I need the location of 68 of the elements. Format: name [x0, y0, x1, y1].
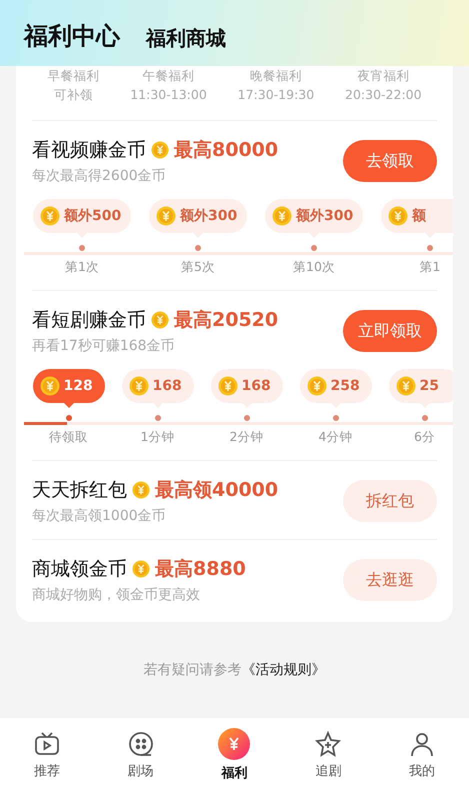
yen-coin-icon: [218, 728, 250, 760]
meal-name: 午餐福利: [142, 68, 195, 85]
meal-name: 夜宵福利: [357, 68, 410, 85]
task-button[interactable]: 拆红包: [343, 480, 437, 522]
task-title: 看短剧赚金币: [32, 308, 146, 333]
header-tab[interactable]: 福利中心: [24, 20, 120, 52]
step-label: 待领取: [49, 429, 88, 446]
task-reward: 最高20520: [174, 308, 278, 333]
meal-name: 早餐福利: [47, 68, 100, 85]
task-reward: 最高8880: [155, 557, 246, 582]
step-label: 第5次: [181, 259, 215, 276]
coin-icon: [132, 560, 150, 578]
star-plus-icon: [314, 730, 342, 758]
step-label: 6分: [414, 429, 435, 446]
step-dot: [332, 415, 338, 421]
coin-icon: [306, 376, 326, 396]
task-reward: 最高80000: [174, 138, 278, 163]
meal-time: 11:30-13:00: [130, 87, 207, 102]
task-button[interactable]: 去领取: [343, 140, 437, 182]
task-subtitle: 每次最高领1000金币: [32, 507, 167, 525]
coin-icon: [40, 376, 60, 396]
meal-time: 可补领: [54, 87, 93, 104]
task-title: 看视频赚金币: [32, 138, 146, 163]
step-dot: [311, 245, 317, 251]
step-dot: [244, 415, 250, 421]
step-dot: [154, 415, 160, 421]
film-reel-icon: [126, 730, 155, 758]
step-label: 第1次: [65, 259, 99, 276]
tab-item[interactable]: 追剧: [281, 718, 376, 791]
step-label: 4分钟: [318, 429, 352, 446]
header-tab[interactable]: 福利商城: [146, 25, 226, 52]
coin-icon: [218, 376, 238, 396]
coin-icon: [40, 206, 60, 226]
tab-item[interactable]: 福利: [188, 718, 282, 791]
rules-link[interactable]: 《活动规则》: [242, 661, 326, 679]
coin-icon: [151, 141, 169, 159]
step-label: 2分钟: [230, 429, 264, 446]
tv-icon: [32, 730, 61, 758]
coin-icon: [151, 311, 169, 329]
tab-item[interactable]: 推荐: [0, 718, 94, 791]
step-dot: [66, 415, 72, 421]
step-label: 第1: [420, 259, 440, 276]
tab-item[interactable]: 剧场: [94, 718, 188, 791]
step-label: 第10次: [293, 259, 335, 276]
coin-icon: [132, 481, 150, 499]
task-reward: 最高领40000: [155, 478, 278, 503]
meal-name: 晚餐福利: [250, 68, 302, 85]
task-title: 商城领金币: [32, 557, 127, 582]
coin-icon: [156, 206, 176, 226]
coin-icon: [128, 376, 148, 396]
step-dot: [427, 245, 433, 251]
task-subtitle: 每次最高得2600金币: [32, 167, 167, 185]
task-subtitle: 再看17秒可赚168金币: [32, 337, 176, 355]
step-dot: [79, 245, 85, 251]
task-button[interactable]: 去逛逛: [343, 559, 437, 601]
coin-icon: [272, 206, 292, 226]
coin-icon: [388, 206, 408, 226]
step-label: 1分钟: [140, 429, 174, 446]
step-dot: [195, 245, 201, 251]
task-title: 天天拆红包: [32, 478, 127, 503]
meal-time: 20:30-22:00: [345, 87, 422, 102]
step-dot: [422, 415, 428, 421]
task-button[interactable]: 立即领取: [343, 310, 437, 352]
coin-icon: [396, 376, 416, 396]
meal-time: 17:30-19:30: [238, 87, 314, 102]
tab-item[interactable]: 我的: [375, 718, 469, 791]
task-subtitle: 商城好物购，领金币更高效: [32, 586, 201, 604]
footer-note: 若有疑问请参考: [144, 661, 242, 679]
